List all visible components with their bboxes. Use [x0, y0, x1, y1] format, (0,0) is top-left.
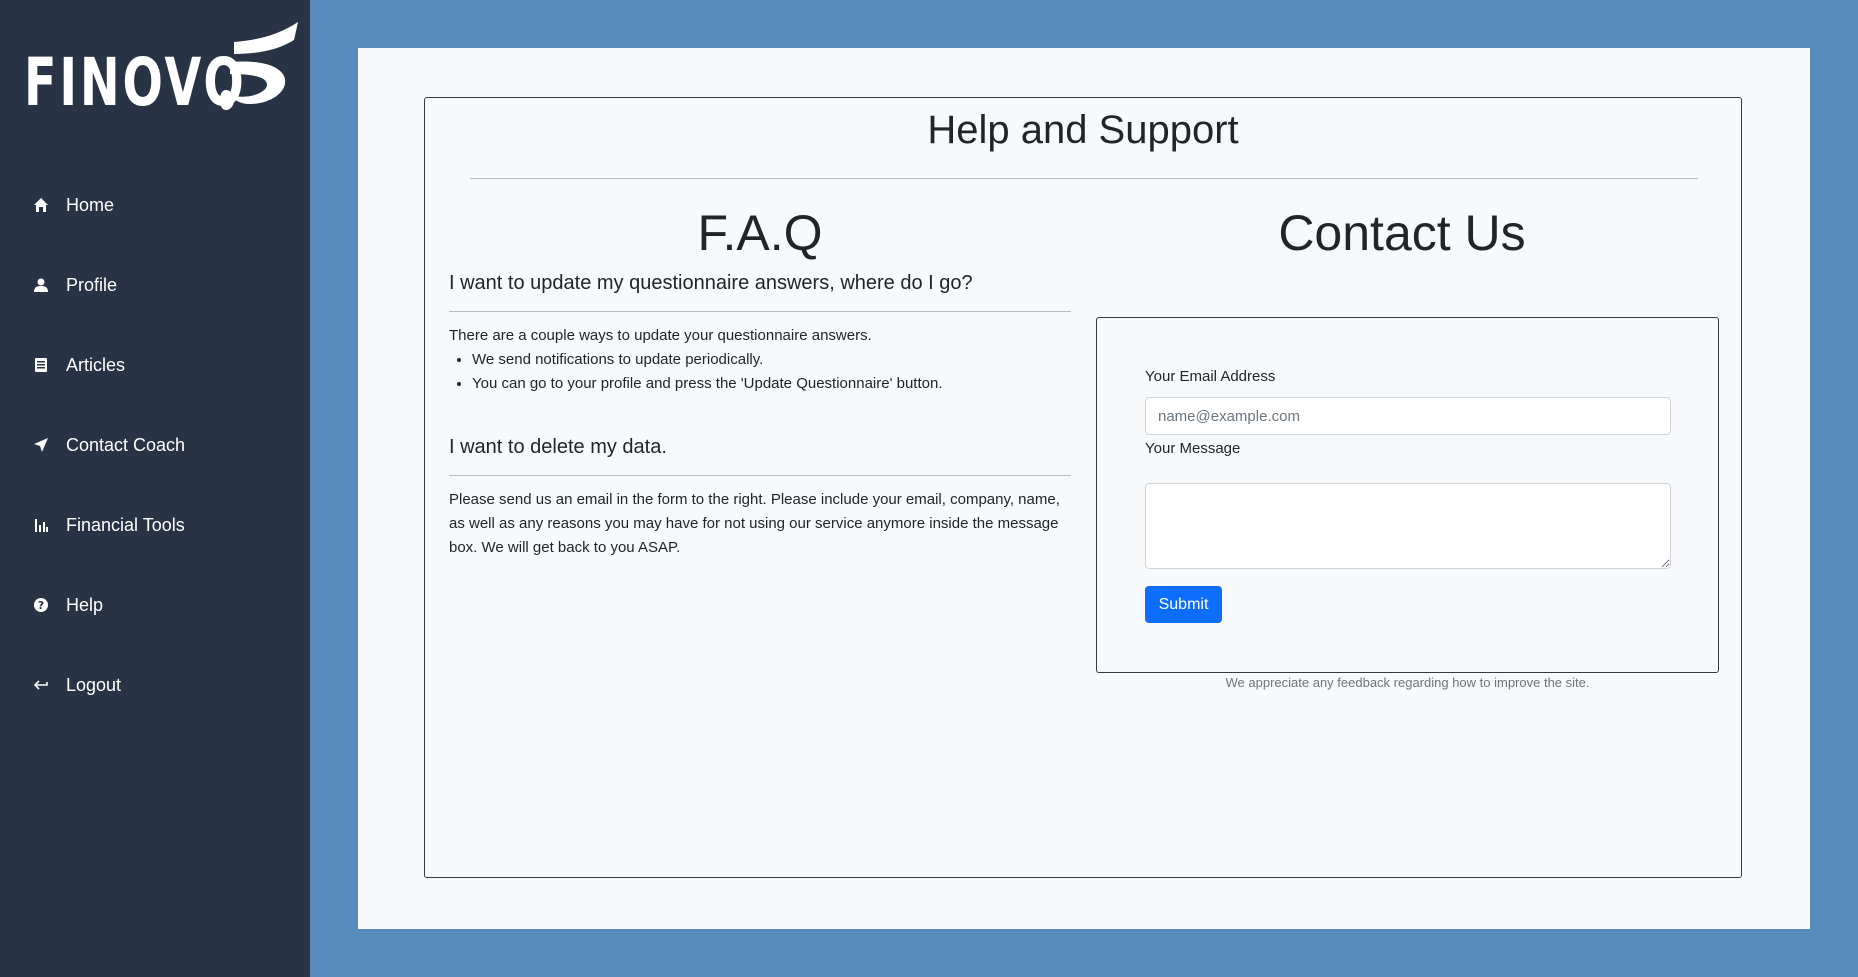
sidebar-item-label: Home [66, 194, 115, 215]
submit-button[interactable]: Submit [1145, 586, 1222, 623]
help-support-card: Help and Support F.A.Q I want to update … [424, 97, 1742, 878]
paper-plane-icon [32, 436, 50, 454]
sidebar-item-articles[interactable]: Articles [0, 345, 310, 385]
sidebar-item-profile[interactable]: Profile [0, 265, 310, 305]
title-divider [470, 178, 1698, 179]
page-title: Help and Support [927, 108, 1239, 152]
sidebar: FINOVO Home Profile Articles Contact Coa… [0, 0, 310, 977]
bar-chart-icon [32, 516, 50, 534]
contact-form: Your Email Address Your Message Submit [1096, 317, 1719, 673]
faq-answer-1-intro: There are a couple ways to update your q… [449, 327, 872, 344]
faq-divider [449, 311, 1071, 312]
sidebar-item-logout[interactable]: Logout [0, 665, 310, 705]
list-item: We send notifications to update periodic… [472, 348, 1071, 372]
list-item: You can go to your profile and press the… [472, 372, 1071, 396]
logout-arrow-icon [32, 676, 50, 694]
message-field[interactable] [1145, 483, 1671, 569]
faq-question-1: I want to update my questionnaire answer… [449, 272, 973, 294]
main-panel: Help and Support F.A.Q I want to update … [358, 48, 1810, 929]
sidebar-item-home[interactable]: Home [0, 185, 310, 225]
sidebar-item-label: Profile [66, 274, 118, 295]
faq-section: F.A.Q I want to update my questionnaire … [449, 208, 1071, 560]
contact-title: Contact Us [1278, 205, 1526, 261]
faq-title: F.A.Q [697, 205, 823, 261]
feedback-note: We appreciate any feedback regarding how… [1225, 675, 1590, 690]
sidebar-item-label: Articles [66, 354, 126, 375]
email-label: Your Email Address [1145, 368, 1276, 385]
email-field[interactable] [1145, 397, 1671, 435]
faq-question-2: I want to delete my data. [449, 436, 667, 458]
sidebar-item-label: Contact Coach [66, 434, 186, 455]
brand-name: FINOVO [24, 44, 247, 121]
sidebar-item-financial-tools[interactable]: Financial Tools [0, 505, 310, 545]
home-icon [32, 196, 50, 214]
sidebar-nav: Home Profile Articles Contact Coach Fina… [0, 185, 310, 745]
brand-logo[interactable]: FINOVO [24, 20, 333, 116]
user-icon [32, 276, 50, 294]
faq-answer-1-list: We send notifications to update periodic… [449, 348, 1071, 396]
faq-divider [449, 475, 1071, 476]
faq-answer-2: Please send us an email in the form to t… [449, 491, 1060, 556]
sidebar-item-label: Help [66, 594, 104, 615]
svg-text:?: ? [38, 599, 44, 612]
sidebar-item-label: Logout [66, 674, 122, 695]
newspaper-icon [32, 356, 50, 374]
finovo-swirl-logo [220, 22, 298, 110]
sidebar-item-help[interactable]: ? Help [0, 585, 310, 625]
sidebar-item-label: Financial Tools [66, 514, 185, 535]
sidebar-item-contact-coach[interactable]: Contact Coach [0, 425, 310, 465]
message-label: Your Message [1145, 440, 1241, 457]
question-circle-icon: ? [32, 596, 50, 614]
